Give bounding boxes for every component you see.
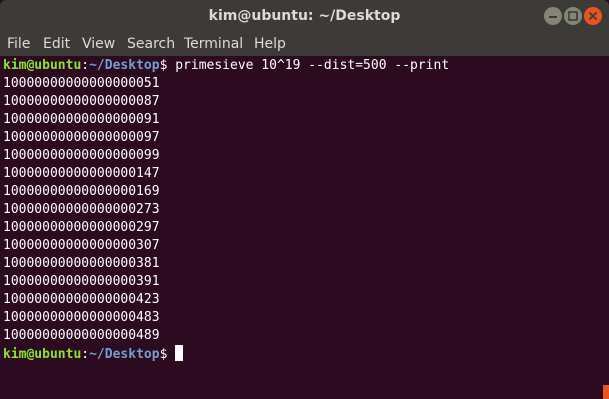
scrollbar-marker[interactable] [603,385,609,399]
output-line: 10000000000000000087 [3,94,160,109]
output-line: 10000000000000000099 [3,148,160,163]
prompt-path: ~/Desktop [89,58,160,73]
prompt-line: kim@ubuntu:~/Desktop$ [3,345,184,363]
terminal-output-area[interactable]: kim@ubuntu:~/Desktop$ primesieve 10^19 -… [0,56,609,399]
output-line: 10000000000000000307 [3,238,160,253]
output-line: 10000000000000000483 [3,310,160,325]
prompt-separator: : [81,58,90,73]
output-line: 10000000000000000169 [3,184,160,199]
prompt-user: kim@ubuntu [3,58,82,73]
maximize-button[interactable] [564,7,582,25]
minimize-button[interactable] [544,7,562,25]
prompt-user: kim@ubuntu [3,347,82,362]
output-line: 10000000000000000147 [3,166,160,181]
menu-edit[interactable]: Edit [43,33,70,56]
menu-terminal[interactable]: Terminal [184,33,243,56]
minimize-icon [549,16,557,18]
menu-bar: File Edit View Search Terminal Help [0,33,609,56]
window-title: kim@ubuntu: ~/Desktop [208,8,401,24]
menu-file[interactable]: File [7,33,30,56]
output-line: 10000000000000000051 [3,76,160,91]
title-bar[interactable]: kim@ubuntu: ~/Desktop [0,0,609,33]
output-line: 10000000000000000423 [3,292,160,307]
menu-view[interactable]: View [82,33,115,56]
output-line: 10000000000000000297 [3,220,160,235]
maximize-icon [568,11,578,21]
output-line: 10000000000000000391 [3,274,160,289]
menu-help[interactable]: Help [254,33,286,56]
command-text: primesieve 10^19 --dist=500 --print [167,58,450,73]
close-icon [588,11,598,21]
output-line: 10000000000000000489 [3,328,160,343]
output-line: 10000000000000000097 [3,130,160,145]
prompt-separator: : [81,347,90,362]
output-line: 10000000000000000091 [3,112,160,127]
terminal-window: kim@ubuntu: ~/Desktop File Edit View Sea… [0,0,609,399]
command-line: kim@ubuntu:~/Desktop$ primesieve 10^19 -… [3,57,449,75]
close-button[interactable] [584,7,602,25]
output-line: 10000000000000000381 [3,256,160,271]
text-cursor [175,345,184,361]
menu-search[interactable]: Search [127,33,175,56]
output-line: 10000000000000000273 [3,202,160,217]
prompt-path: ~/Desktop [89,347,160,362]
